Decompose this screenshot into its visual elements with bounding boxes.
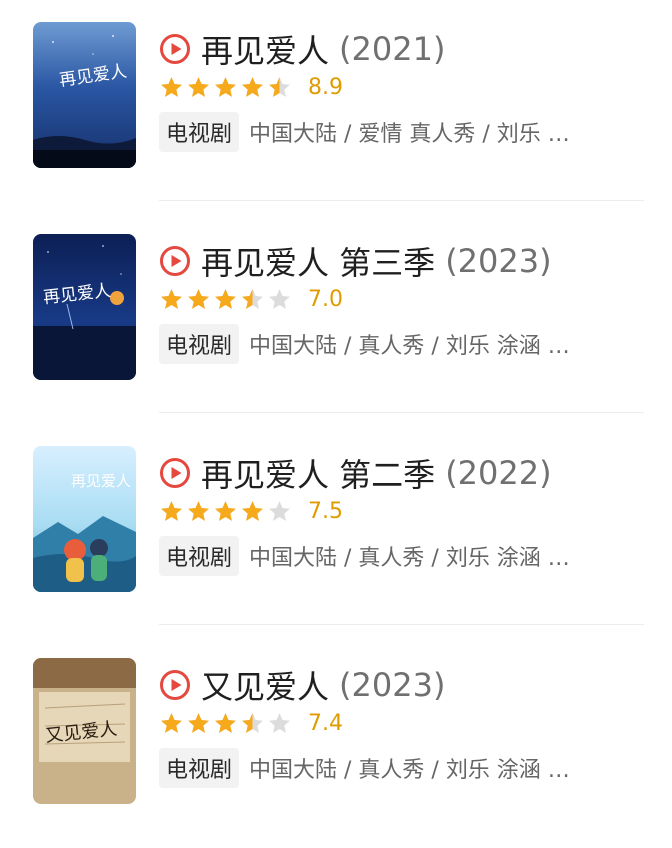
star-rating: [159, 711, 294, 736]
star-filled-icon: [188, 712, 209, 733]
poster-image[interactable]: 再见爱人: [33, 234, 136, 380]
item-info: 中国大陆 / 真人秀 / 刘乐 涂涵 …: [249, 758, 570, 783]
divider: [159, 200, 644, 201]
star-empty-icon: [269, 288, 290, 309]
list-item[interactable]: 再见爱人 再见爱人 第二季 (2022) 7.5 电视剧 中国大陆 / 真人秀 …: [0, 424, 672, 636]
star-filled-icon: [188, 288, 209, 309]
poster-image[interactable]: 再见爱人: [33, 22, 136, 168]
item-year: (2023): [445, 242, 552, 280]
list-item[interactable]: 再见爱人 再见爱人 (2021) 8.9 电视剧 中国大陆 / 爱情 真人秀 /…: [0, 0, 672, 212]
star-half-icon: [242, 288, 263, 309]
list-item[interactable]: 又见爱人 又见爱人 (2023) 7.4 电视剧 中国大陆 / 真人秀 / 刘乐…: [0, 636, 672, 848]
star-filled-icon: [215, 76, 236, 97]
star-empty-icon: [269, 500, 290, 521]
star-filled-icon: [188, 76, 209, 97]
item-title: 再见爱人 第三季: [201, 244, 436, 282]
rating-row: 7.5: [159, 494, 343, 528]
item-info: 中国大陆 / 爱情 真人秀 / 刘乐 …: [249, 122, 570, 147]
poster-sepia-handwriting: 又见爱人: [33, 658, 136, 804]
item-title-row[interactable]: 又见爱人 (2023): [159, 664, 445, 706]
meta-row: 电视剧 中国大陆 / 真人秀 / 刘乐 涂涵 …: [159, 324, 570, 364]
poster-image[interactable]: 再见爱人: [33, 446, 136, 592]
item-title-row[interactable]: 再见爱人 (2021): [159, 28, 445, 70]
results-list: 再见爱人 再见爱人 (2021) 8.9 电视剧 中国大陆 / 爱情 真人秀 /…: [0, 0, 672, 804]
star-filled-icon: [161, 712, 182, 733]
rating-row: 8.9: [159, 70, 343, 104]
list-item[interactable]: 再见爱人 再见爱人 第三季 (2023) 7.0 电视剧 中国大陆 / 真人秀 …: [0, 212, 672, 424]
play-circle-icon: [160, 458, 190, 488]
item-info: 中国大陆 / 真人秀 / 刘乐 涂涵 …: [249, 334, 570, 359]
star-filled-icon: [161, 288, 182, 309]
star-rating: [159, 75, 294, 100]
star-half-icon: [269, 76, 290, 97]
star-filled-icon: [161, 500, 182, 521]
star-rating: [159, 499, 294, 524]
item-year: (2023): [339, 666, 446, 704]
poster-image[interactable]: 又见爱人: [33, 658, 136, 804]
rating-score: 7.0: [308, 286, 343, 312]
poster-night-sunset: 再见爱人: [33, 234, 136, 380]
star-rating: [159, 287, 294, 312]
item-title-row[interactable]: 再见爱人 第二季 (2022): [159, 452, 552, 494]
item-title-row[interactable]: 再见爱人 第三季 (2023): [159, 240, 552, 282]
divider: [159, 624, 644, 625]
rating-row: 7.4: [159, 706, 343, 740]
star-filled-icon: [242, 76, 263, 97]
star-filled-icon: [188, 500, 209, 521]
category-tag: 电视剧: [159, 748, 240, 788]
item-title: 再见爱人 第二季: [201, 456, 436, 494]
play-circle-icon: [160, 246, 190, 276]
rating-score: 8.9: [308, 74, 343, 100]
category-tag: 电视剧: [159, 536, 240, 576]
star-filled-icon: [215, 500, 236, 521]
divider: [159, 412, 644, 413]
star-filled-icon: [215, 288, 236, 309]
meta-row: 电视剧 中国大陆 / 真人秀 / 刘乐 涂涵 …: [159, 536, 570, 576]
rating-score: 7.4: [308, 710, 343, 736]
star-filled-icon: [161, 76, 182, 97]
play-circle-icon: [160, 670, 190, 700]
meta-row: 电视剧 中国大陆 / 爱情 真人秀 / 刘乐 …: [159, 112, 570, 152]
star-filled-icon: [215, 712, 236, 733]
rating-score: 7.5: [308, 498, 343, 524]
poster-ocean-blue: 再见爱人: [33, 22, 136, 168]
item-info: 中国大陆 / 真人秀 / 刘乐 涂涵 …: [249, 546, 570, 571]
item-year: (2022): [445, 454, 552, 492]
item-title: 又见爱人: [201, 668, 330, 706]
star-half-icon: [242, 712, 263, 733]
poster-sky-illustration: 再见爱人: [33, 446, 136, 592]
category-tag: 电视剧: [159, 112, 240, 152]
play-circle-icon: [160, 34, 190, 64]
item-year: (2021): [339, 30, 446, 68]
star-filled-icon: [242, 500, 263, 521]
svg-text:再见爱人: 再见爱人: [71, 472, 131, 490]
meta-row: 电视剧 中国大陆 / 真人秀 / 刘乐 涂涵 …: [159, 748, 570, 788]
item-title: 再见爱人: [201, 32, 330, 70]
star-empty-icon: [269, 712, 290, 733]
rating-row: 7.0: [159, 282, 343, 316]
category-tag: 电视剧: [159, 324, 240, 364]
